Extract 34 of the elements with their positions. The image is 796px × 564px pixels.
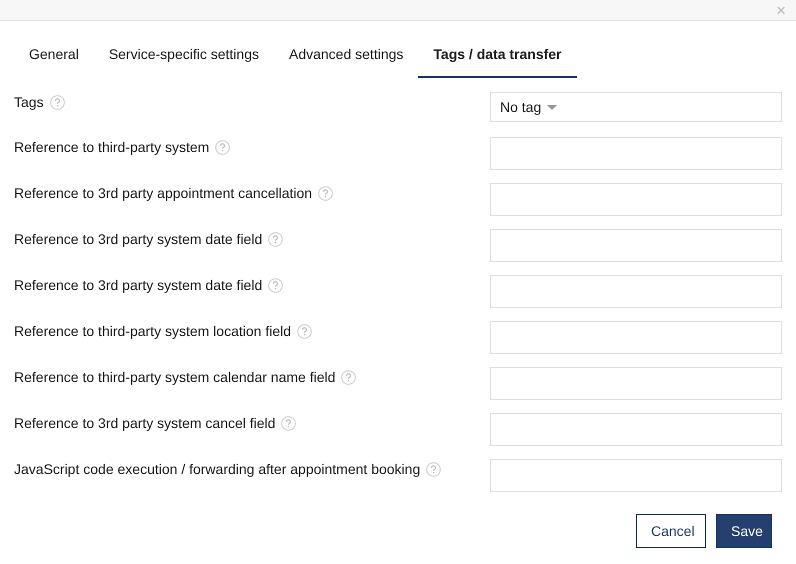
help-icon[interactable] bbox=[50, 94, 65, 110]
help-icon[interactable] bbox=[426, 462, 442, 476]
field-label: Tags bbox=[14, 94, 44, 110]
tab[interactable]: Advanced settings bbox=[274, 40, 418, 78]
input-field[interactable] bbox=[490, 275, 782, 308]
field-label: Reference to third-party system bbox=[14, 139, 210, 155]
field-label: Reference to third-party system location field bbox=[14, 323, 292, 339]
input-field[interactable] bbox=[490, 229, 782, 262]
field-label: Reference to 3rd party appointment cancellation bbox=[14, 185, 312, 201]
input-field[interactable] bbox=[490, 367, 782, 400]
save-button[interactable]: Save bbox=[716, 514, 772, 548]
tab[interactable]: Tags / data transfer bbox=[418, 40, 577, 78]
field-label: Reference to 3rd party system cancel field bbox=[14, 415, 276, 431]
help-icon[interactable] bbox=[297, 324, 312, 338]
help-icon[interactable] bbox=[318, 186, 334, 200]
field-label: Reference to 3rd party system date field bbox=[14, 277, 262, 293]
help-icon[interactable] bbox=[268, 278, 284, 292]
cancel-button[interactable]: Cancel bbox=[636, 514, 706, 548]
input-field[interactable] bbox=[490, 183, 782, 216]
help-icon[interactable] bbox=[341, 370, 356, 384]
tag-dropdown[interactable]: No tag bbox=[490, 92, 782, 122]
tab[interactable]: Service-specific settings bbox=[94, 40, 274, 78]
help-icon[interactable] bbox=[268, 232, 284, 246]
input-field[interactable] bbox=[490, 459, 782, 492]
input-field[interactable] bbox=[490, 137, 782, 170]
input-field[interactable] bbox=[490, 413, 782, 446]
input-field[interactable] bbox=[490, 321, 782, 354]
caret-icon bbox=[547, 104, 558, 110]
tab[interactable]: General bbox=[14, 40, 94, 78]
help-icon[interactable] bbox=[215, 140, 230, 154]
field-label: Reference to 3rd party system date field bbox=[14, 231, 262, 247]
field-label: Reference to third-party system calendar name field bbox=[14, 369, 336, 385]
field-label: JavaScript code execution / forwarding after appointment booking bbox=[14, 461, 420, 477]
help-icon[interactable] bbox=[281, 416, 296, 430]
